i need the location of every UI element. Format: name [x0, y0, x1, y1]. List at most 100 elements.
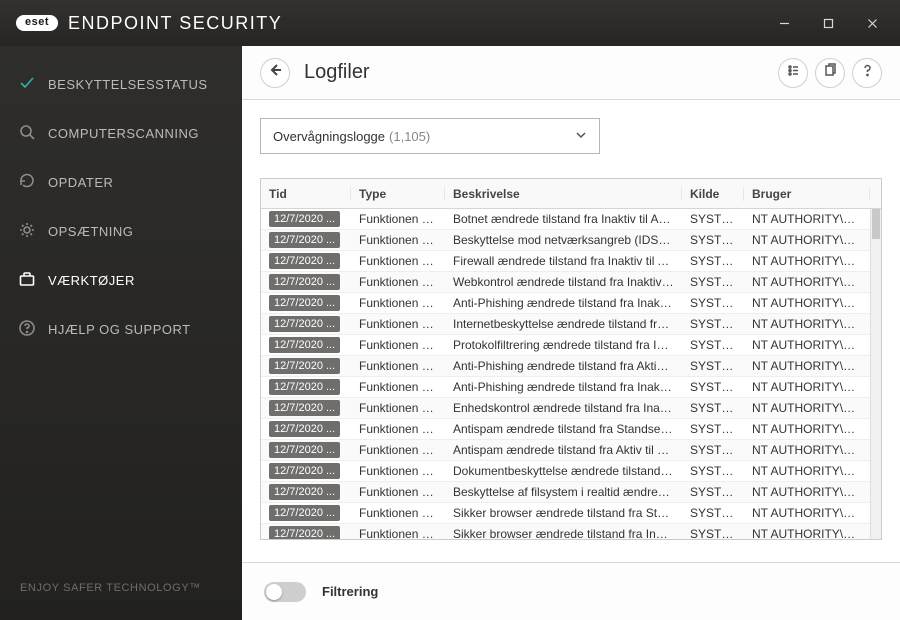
table-row[interactable]: 12/7/2020 ...Funktionen er ...Webkontrol…	[261, 272, 881, 293]
cell-type: Funktionen er ...	[351, 506, 445, 520]
sidebar-item-help[interactable]: HJÆLP OG SUPPORT	[0, 305, 242, 354]
cell-beskrivelse: Webkontrol ændrede tilstand fra Inaktiv …	[445, 275, 682, 289]
sidebar-item-label: OPSÆTNING	[48, 224, 133, 239]
cell-bruger: NT AUTHORITY\SYSTEM	[744, 338, 870, 352]
table-row[interactable]: 12/7/2020 ...Funktionen er ...Antispam æ…	[261, 419, 881, 440]
window-controls	[762, 0, 894, 46]
cell-tid: 12/7/2020 ...	[261, 526, 351, 539]
table-row[interactable]: 12/7/2020 ...Funktionen er ...Beskyttels…	[261, 482, 881, 503]
filtering-label: Filtrering	[322, 584, 378, 599]
cell-type: Funktionen er ...	[351, 443, 445, 457]
table-row[interactable]: 12/7/2020 ...Funktionen er ...Antispam æ…	[261, 440, 881, 461]
sidebar-item-label: VÆRKTØJER	[48, 273, 135, 288]
cell-bruger: NT AUTHORITY\SYSTEM	[744, 506, 870, 520]
table-row[interactable]: 12/7/2020 ...Funktionen er ...Enhedskont…	[261, 398, 881, 419]
cell-tid: 12/7/2020 ...	[261, 442, 351, 458]
table-row[interactable]: 12/7/2020 ...Funktionen er ...Anti-Phish…	[261, 377, 881, 398]
cell-tid: 12/7/2020 ...	[261, 358, 351, 374]
table-row[interactable]: 12/7/2020 ...Funktionen er ...Protokolfi…	[261, 335, 881, 356]
cell-beskrivelse: Dokumentbeskyttelse ændrede tilstand fra…	[445, 464, 682, 478]
log-select-name: Overvågningslogge	[273, 129, 385, 144]
window-titlebar: eset ENDPOINT SECURITY	[0, 0, 900, 46]
cell-bruger: NT AUTHORITY\SYSTEM	[744, 401, 870, 415]
cell-tid: 12/7/2020 ...	[261, 295, 351, 311]
cell-tid: 12/7/2020 ...	[261, 316, 351, 332]
cell-type: Funktionen er ...	[351, 422, 445, 436]
cell-kilde: SYSTEM	[682, 380, 744, 394]
log-type-select[interactable]: Overvågningslogge (1,105)	[260, 118, 600, 154]
cell-tid: 12/7/2020 ...	[261, 253, 351, 269]
sidebar-item-computer-scan[interactable]: COMPUTERSCANNING	[0, 109, 242, 158]
sidebar-item-label: HJÆLP OG SUPPORT	[48, 322, 191, 337]
cell-kilde: SYSTEM	[682, 359, 744, 373]
filtering-toggle[interactable]	[264, 582, 306, 602]
help-button[interactable]	[852, 58, 882, 88]
sidebar-item-update[interactable]: OPDATER	[0, 158, 242, 207]
table-row[interactable]: 12/7/2020 ...Funktionen er ...Dokumentbe…	[261, 461, 881, 482]
sidebar-item-label: OPDATER	[48, 175, 113, 190]
cell-beskrivelse: Firewall ændrede tilstand fra Inaktiv ti…	[445, 254, 682, 268]
table-row[interactable]: 12/7/2020 ...Funktionen er ...Botnet ænd…	[261, 209, 881, 230]
scrollbar-thumb[interactable]	[872, 209, 880, 239]
cell-type: Funktionen er ...	[351, 275, 445, 289]
cell-bruger: NT AUTHORITY\SYSTEM	[744, 233, 870, 247]
detail-view-button[interactable]	[778, 58, 808, 88]
table-row[interactable]: 12/7/2020 ...Funktionen er ...Anti-Phish…	[261, 293, 881, 314]
col-tid[interactable]: Tid	[261, 187, 351, 201]
cell-bruger: NT AUTHORITY\SYSTEM	[744, 296, 870, 310]
cell-type: Funktionen er ...	[351, 212, 445, 226]
cell-beskrivelse: Enhedskontrol ændrede tilstand fra Inakt…	[445, 401, 682, 415]
table-row[interactable]: 12/7/2020 ...Funktionen er ...Beskyttels…	[261, 230, 881, 251]
cell-kilde: SYSTEM	[682, 296, 744, 310]
col-bruger[interactable]: Bruger	[744, 187, 870, 201]
sidebar: BESKYTTELSESSTATUS COMPUTERSCANNING OPDA…	[0, 46, 242, 620]
table-row[interactable]: 12/7/2020 ...Funktionen er ...Firewall æ…	[261, 251, 881, 272]
cell-beskrivelse: Antispam ændrede tilstand fra Aktiv til …	[445, 443, 682, 457]
sidebar-item-protection-status[interactable]: BESKYTTELSESSTATUS	[0, 60, 242, 109]
cell-kilde: SYSTEM	[682, 338, 744, 352]
arrow-left-icon	[268, 63, 282, 82]
cell-beskrivelse: Anti-Phishing ændrede tilstand fra Inakt…	[445, 296, 682, 310]
close-button[interactable]	[850, 0, 894, 46]
toggle-knob	[266, 584, 282, 600]
sidebar-item-tools[interactable]: VÆRKTØJER	[0, 256, 242, 305]
cell-type: Funktionen er ...	[351, 527, 445, 539]
cell-kilde: SYSTEM	[682, 233, 744, 247]
page-header: Logfiler	[242, 46, 900, 100]
cell-type: Funktionen er ...	[351, 485, 445, 499]
cell-kilde: SYSTEM	[682, 464, 744, 478]
cell-type: Funktionen er ...	[351, 359, 445, 373]
cell-beskrivelse: Anti-Phishing ændrede tilstand fra Inakt…	[445, 380, 682, 394]
table-row[interactable]: 12/7/2020 ...Funktionen er ...Sikker bro…	[261, 524, 881, 539]
cell-bruger: NT AUTHORITY\SYSTEM	[744, 275, 870, 289]
cell-kilde: SYSTEM	[682, 275, 744, 289]
cell-kilde: SYSTEM	[682, 212, 744, 226]
cell-kilde: SYSTEM	[682, 401, 744, 415]
cell-type: Funktionen er ...	[351, 317, 445, 331]
back-button[interactable]	[260, 58, 290, 88]
table-row[interactable]: 12/7/2020 ...Funktionen er ...Anti-Phish…	[261, 356, 881, 377]
check-icon	[18, 74, 36, 95]
scrollbar[interactable]	[870, 209, 881, 539]
minimize-button[interactable]	[762, 0, 806, 46]
col-beskrivelse[interactable]: Beskrivelse	[445, 187, 682, 201]
cell-beskrivelse: Botnet ændrede tilstand fra Inaktiv til …	[445, 212, 682, 226]
copy-button[interactable]	[815, 58, 845, 88]
main-content: Logfiler Overvågningslogge (1,105) Tid T…	[242, 46, 900, 620]
maximize-button[interactable]	[806, 0, 850, 46]
cell-type: Funktionen er ...	[351, 254, 445, 268]
table-row[interactable]: 12/7/2020 ...Funktionen er ...Sikker bro…	[261, 503, 881, 524]
footer-bar: Filtrering	[242, 562, 900, 620]
cell-type: Funktionen er ...	[351, 464, 445, 478]
cell-type: Funktionen er ...	[351, 401, 445, 415]
cell-bruger: NT AUTHORITY\SYSTEM	[744, 212, 870, 226]
col-kilde[interactable]: Kilde	[682, 187, 744, 201]
col-type[interactable]: Type	[351, 187, 445, 201]
cell-bruger: NT AUTHORITY\SYSTEM	[744, 464, 870, 478]
sidebar-item-settings[interactable]: OPSÆTNING	[0, 207, 242, 256]
gear-icon	[18, 221, 36, 242]
cell-bruger: NT AUTHORITY\SYSTEM	[744, 380, 870, 394]
cell-kilde: SYSTEM	[682, 485, 744, 499]
table-row[interactable]: 12/7/2020 ...Funktionen er ...Internetbe…	[261, 314, 881, 335]
briefcase-icon	[18, 270, 36, 291]
